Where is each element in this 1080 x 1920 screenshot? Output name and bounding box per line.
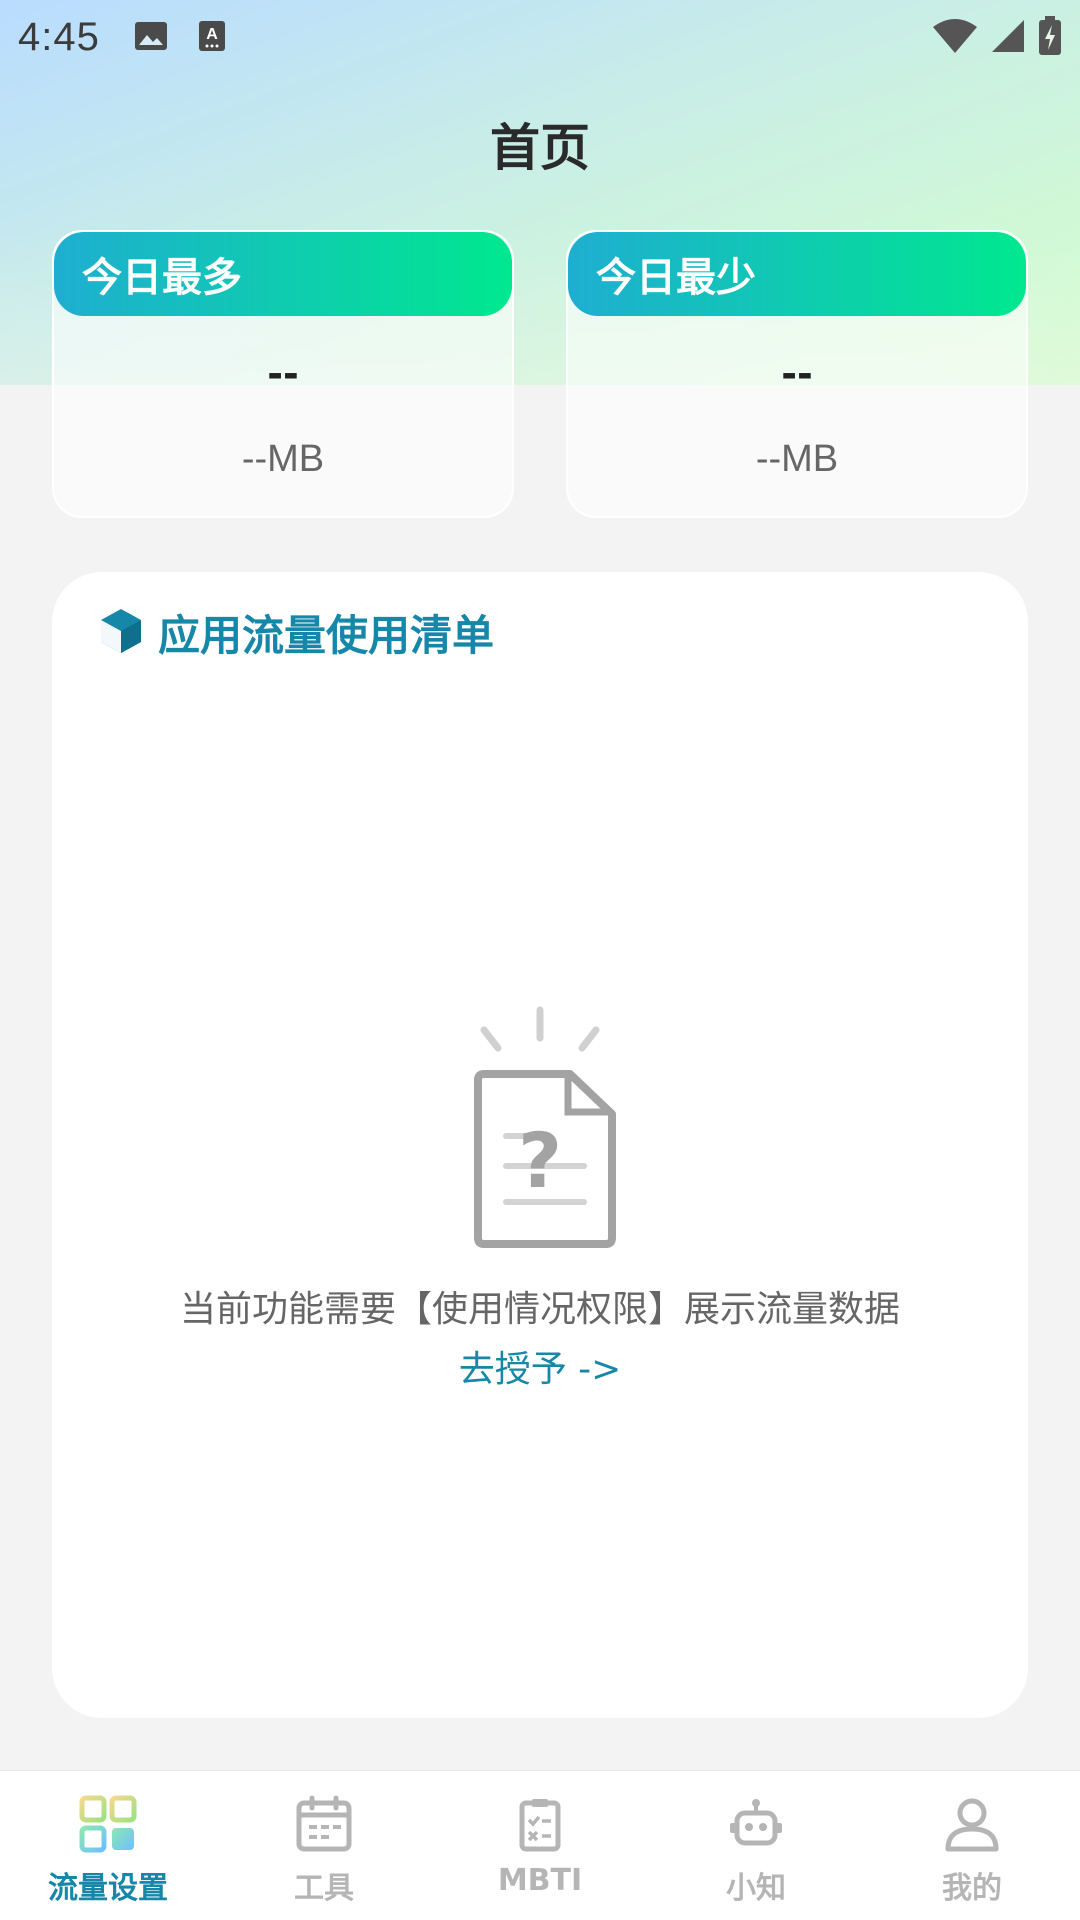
most-usage-app-name: -- (267, 352, 299, 396)
unknown-document-icon: ? (52, 1002, 1028, 1276)
nav-label: MBTI (497, 1863, 583, 1898)
nav-item-mine[interactable]: 我的 (864, 1771, 1080, 1920)
least-usage-label: 今日最少 (568, 232, 1026, 316)
nav-label: 工具 (294, 1871, 354, 1906)
empty-state: ? 当前功能需要【使用情况权限】展示流量数据 去授予 -> (52, 1002, 1028, 1392)
nav-label: 流量设置 (48, 1871, 168, 1906)
nav-label: 我的 (942, 1871, 1002, 1906)
most-usage-value: --MB (241, 438, 325, 480)
most-usage-card: 今日最多 -- --MB (52, 230, 514, 518)
nav-item-traffic-settings[interactable]: 流量设置 (0, 1771, 216, 1920)
wifi-icon (932, 17, 978, 59)
svg-text:?: ? (518, 1116, 562, 1205)
status-time: 4:45 (18, 15, 100, 59)
image-icon (134, 21, 168, 55)
permission-required-message: 当前功能需要【使用情况权限】展示流量数据 (179, 1289, 900, 1330)
robot-icon (727, 1795, 785, 1857)
page-title: 首页 (490, 119, 590, 177)
least-usage-value: --MB (755, 438, 839, 480)
most-usage-label: 今日最多 (54, 232, 512, 316)
grid-icon (79, 1795, 137, 1857)
panel-title: 应用流量使用清单 (158, 611, 495, 660)
nav-item-tools[interactable]: 工具 (216, 1771, 432, 1920)
nav-item-mbti[interactable]: MBTI (432, 1771, 648, 1920)
status-bar: 4:45 A (0, 0, 1080, 75)
calendar-icon (295, 1795, 353, 1857)
app-usage-list-panel: 应用流量使用清单 ? 当前功能需要【使用情况权限】展示流量数据 去授予 -> (52, 572, 1028, 1718)
battery-charging-icon (1038, 15, 1062, 60)
grant-permission-link[interactable]: 去授予 -> (459, 1340, 622, 1392)
signal-icon (990, 18, 1026, 58)
svg-text:A: A (206, 26, 218, 43)
least-usage-card: 今日最少 -- --MB (566, 230, 1028, 518)
bottom-nav: 流量设置 工具 MBTI 小知 我的 (0, 1770, 1080, 1920)
nav-label: 小知 (726, 1871, 786, 1906)
clipboard-icon (511, 1795, 569, 1857)
person-icon (943, 1795, 1001, 1857)
keyboard-a-icon: A (198, 20, 226, 56)
nav-item-xiaozhi[interactable]: 小知 (648, 1771, 864, 1920)
panel-header: 应用流量使用清单 (98, 602, 494, 663)
least-usage-app-name: -- (781, 352, 813, 396)
cube-icon (98, 607, 144, 659)
